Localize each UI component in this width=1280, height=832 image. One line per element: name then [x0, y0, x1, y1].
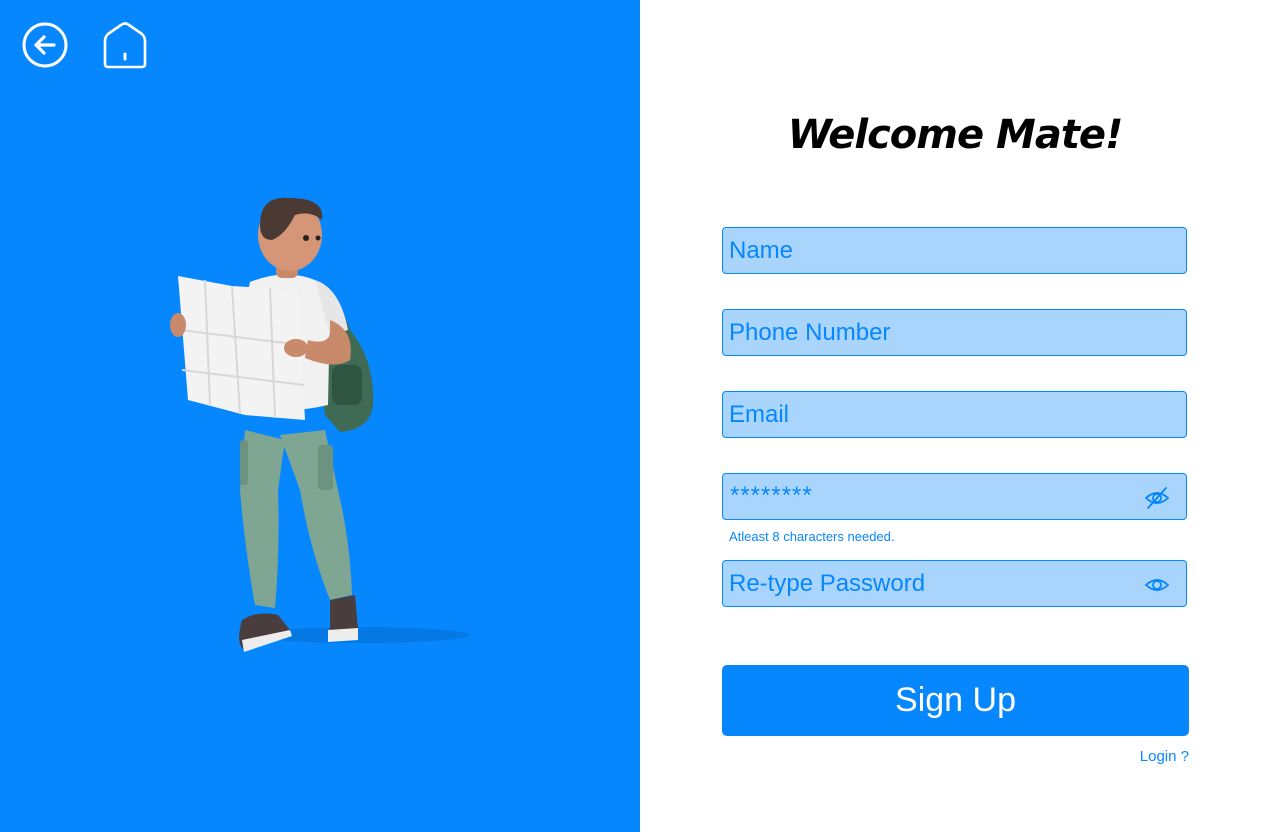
eye-off-icon[interactable] [1144, 485, 1170, 511]
login-link[interactable]: Login ? [1100, 748, 1189, 765]
phone-field-box [722, 309, 1187, 356]
name-field-box [722, 227, 1187, 274]
retype-password-field[interactable] [723, 561, 1186, 606]
signup-button[interactable]: Sign Up [722, 665, 1189, 736]
signup-panel: Welcome Mate! ******** Atleast 8 charact… [640, 0, 1280, 832]
retype-password-field-box [722, 560, 1187, 607]
traveler-illustration [170, 197, 470, 652]
page-title: Welcome Mate! [787, 112, 1124, 158]
home-icon[interactable] [101, 22, 149, 70]
illustration-panel [0, 0, 640, 832]
password-field[interactable]: ******** [722, 473, 1187, 520]
eye-icon[interactable] [1144, 572, 1170, 598]
email-field-box [722, 391, 1187, 438]
name-field[interactable] [723, 228, 1186, 273]
password-hint: Atleast 8 characters needed. [729, 529, 895, 544]
phone-number-field[interactable] [723, 310, 1186, 355]
back-arrow-icon[interactable] [21, 22, 69, 70]
email-field[interactable] [723, 392, 1186, 437]
password-value: ******** [730, 482, 813, 509]
